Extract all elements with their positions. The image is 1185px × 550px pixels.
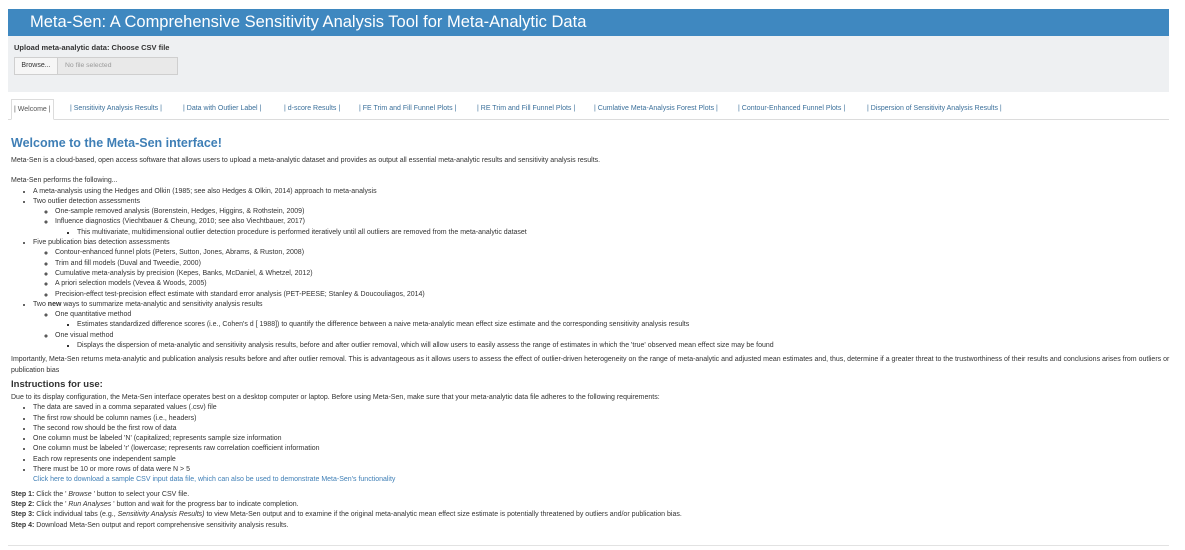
list-item: Displays the dispersion of meta-analytic… xyxy=(77,341,1171,351)
tab-fe-trim-fill-funnel-plots[interactable]: | FE Trim and Fill Funnel Plots | xyxy=(357,99,458,119)
tab-dispersion-results[interactable]: | Dispersion of Sensitivity Analysis Res… xyxy=(865,99,1004,119)
tab-bar: | Welcome | | Sensitivity Analysis Resul… xyxy=(8,99,1169,120)
list-item: A meta-analysis using the Hedges and Olk… xyxy=(33,187,1171,197)
list-item: Cumulative meta-analysis by precision (K… xyxy=(55,269,1171,279)
browse-button[interactable]: Browse... xyxy=(14,57,58,75)
list-item: Contour-enhanced funnel plots (Peters, S… xyxy=(55,248,1171,258)
list-item: This multivariate, multidimensional outl… xyxy=(77,228,1171,238)
feature-list: A meta-analysis using the Hedges and Olk… xyxy=(11,187,1171,352)
sample-csv-link[interactable]: Click here to download a sample CSV inpu… xyxy=(33,476,395,483)
list-item: The second row should be the first row o… xyxy=(33,424,1171,434)
app-title-bar: Meta-Sen: A Comprehensive Sensitivity An… xyxy=(8,9,1169,36)
tab-contour-funnel-plots[interactable]: | Contour-Enhanced Funnel Plots | xyxy=(736,99,847,119)
tab-re-trim-fill-funnel-plots[interactable]: | RE Trim and Fill Funnel Plots | xyxy=(475,99,577,119)
importantly-text: Importantly, Meta-Sen returns meta-analy… xyxy=(11,356,1170,374)
list-item: Each row represents one independent samp… xyxy=(33,455,1171,465)
instructions-intro: Due to its display configuration, the Me… xyxy=(11,393,660,401)
bottom-divider xyxy=(8,545,1169,546)
list-item: The data are saved in a comma separated … xyxy=(33,403,1171,413)
instructions-heading: Instructions for use: xyxy=(11,378,103,390)
list-item: Influence diagnostics (Viechtbauer & Che… xyxy=(55,217,1171,238)
welcome-heading: Welcome to the Meta-Sen interface! xyxy=(11,136,222,150)
list-item: Precision-effect test-precision effect e… xyxy=(55,290,1171,300)
list-item: One column must be labeled 'r' (lowercas… xyxy=(33,444,1171,454)
requirements-list: The data are saved in a comma separated … xyxy=(11,403,1171,475)
app-title: Meta-Sen: A Comprehensive Sensitivity An… xyxy=(30,13,587,31)
list-item: Five publication bias detection assessme… xyxy=(33,238,1171,300)
list-item: One-sample removed analysis (Borenstein,… xyxy=(55,207,1171,217)
list-item: One visual method Displays the dispersio… xyxy=(55,331,1171,352)
upload-panel: Upload meta-analytic data: Choose CSV fi… xyxy=(8,36,1169,92)
list-item: Trim and fill models (Duval and Tweedie,… xyxy=(55,259,1171,269)
tab-sensitivity-analysis-results[interactable]: | Sensitivity Analysis Results | xyxy=(68,99,164,119)
step-2: Step 2: Click the ' Run Analyses ' butto… xyxy=(11,500,299,508)
list-item: Estimates standardized difference scores… xyxy=(77,320,1171,330)
list-item: One column must be labeled 'N' (capitali… xyxy=(33,434,1171,444)
list-item: One quantitative method Estimates standa… xyxy=(55,310,1171,331)
tab-d-score-results[interactable]: | d-score Results | xyxy=(282,99,342,119)
list-item: The first row should be column names (i.… xyxy=(33,414,1171,424)
tab-welcome[interactable]: | Welcome | xyxy=(11,99,54,120)
list-item: Two new ways to summarize meta-analytic … xyxy=(33,300,1171,351)
tab-cumulative-forest-plots[interactable]: | Cumlative Meta-Analysis Forest Plots | xyxy=(592,99,720,119)
intro-text: Meta-Sen is a cloud-based, open access s… xyxy=(11,157,601,164)
welcome-panel: Welcome to the Meta-Sen interface! Meta-… xyxy=(11,135,1171,531)
step-3: Step 3: Click individual tabs (e.g., Sen… xyxy=(11,511,682,519)
tab-data-with-outlier-label[interactable]: | Data with Outlier Label | xyxy=(181,99,263,119)
list-item: Two outlier detection assessments One-sa… xyxy=(33,197,1171,238)
performs-label: Meta-Sen performs the following... xyxy=(11,177,118,185)
file-input-group: Browse... No file selected xyxy=(14,57,1169,75)
file-name-field[interactable]: No file selected xyxy=(58,57,178,75)
list-item: There must be 10 or more rows of data we… xyxy=(33,465,1171,475)
list-item: A priori selection models (Vevea & Woods… xyxy=(55,279,1171,289)
upload-label: Upload meta-analytic data: Choose CSV fi… xyxy=(14,43,170,52)
step-4: Step 4: Download Meta-Sen output and rep… xyxy=(11,521,289,529)
step-1: Step 1: Click the ' Browse ' button to s… xyxy=(11,490,190,498)
